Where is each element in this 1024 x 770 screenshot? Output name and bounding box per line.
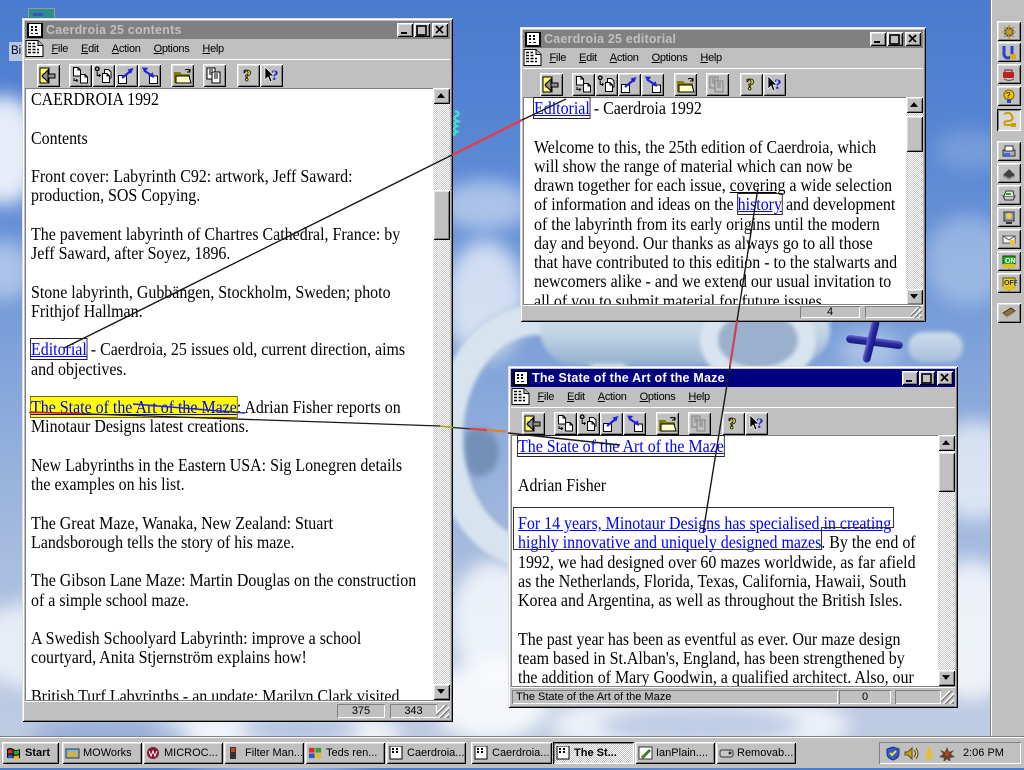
svg-text:ON: ON bbox=[1005, 258, 1016, 265]
svg-text:OFF: OFF bbox=[1004, 280, 1017, 287]
svg-text:?: ? bbox=[1006, 91, 1011, 100]
